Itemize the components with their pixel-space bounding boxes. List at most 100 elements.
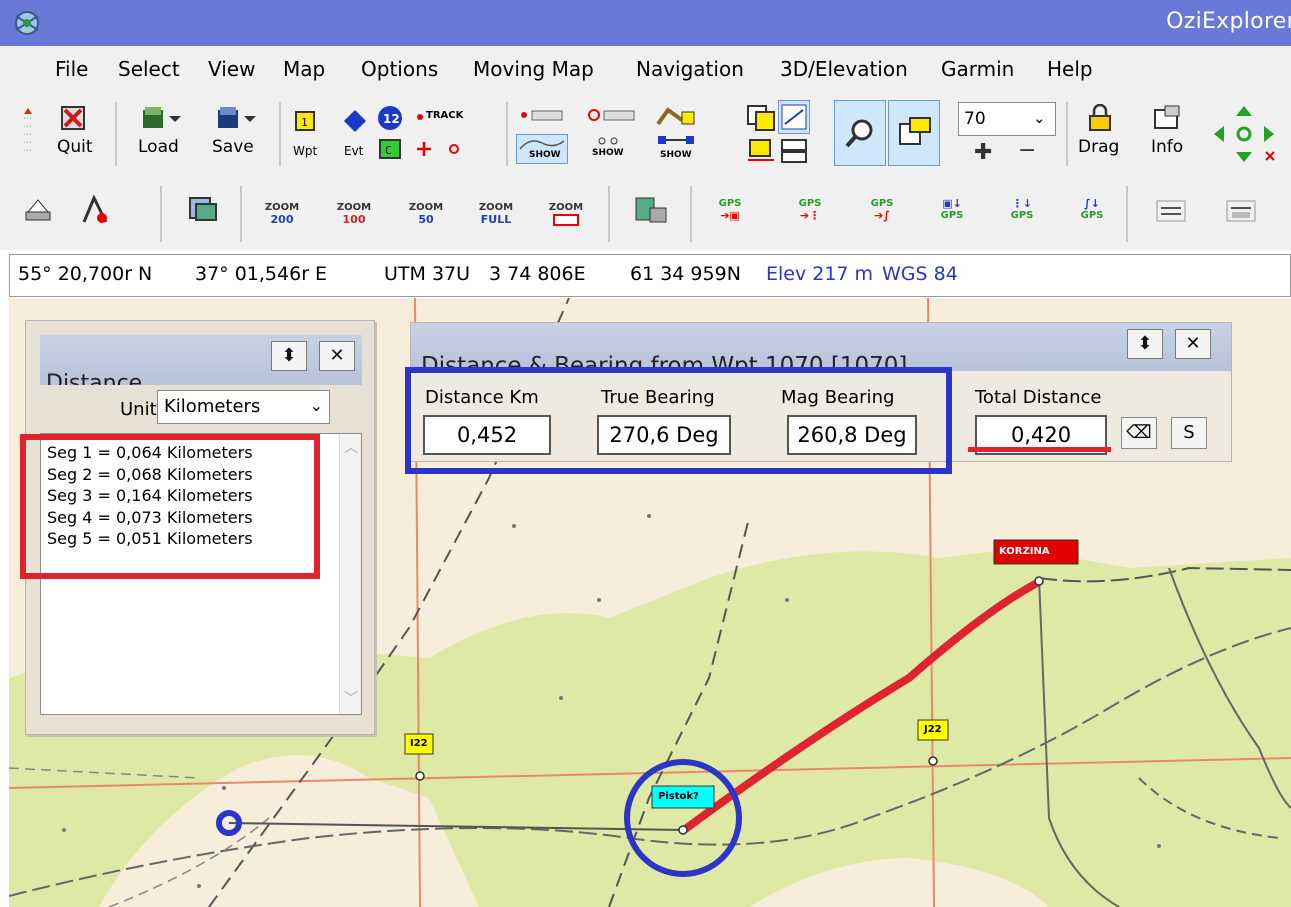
- quit-label: Quit: [57, 137, 93, 157]
- toolbar-separator: [690, 186, 692, 242]
- waypoint-button[interactable]: 1 Wpt: [290, 104, 320, 164]
- pan-arrows-icon[interactable]: [1212, 104, 1276, 164]
- zoom-100-button[interactable]: ZOOM 100: [336, 202, 372, 226]
- line-icon: [781, 104, 807, 130]
- menu-map[interactable]: Map: [283, 57, 325, 81]
- zoom-full-button[interactable]: ZOOM FULL: [476, 202, 516, 226]
- zoom-label: ZOOM: [264, 202, 300, 213]
- app-logo-icon: [15, 11, 39, 35]
- route-icon[interactable]: [654, 106, 696, 128]
- map-layers-icon[interactable]: [188, 194, 218, 224]
- zoom-box-icon: [553, 214, 579, 226]
- close-button[interactable]: ✕: [319, 341, 355, 371]
- zoom-50-button[interactable]: ZOOM 50: [408, 202, 444, 226]
- menu-garmin[interactable]: Garmin: [941, 57, 1014, 81]
- gps-download-waypoint-button[interactable]: ▣↓ GPS: [934, 198, 970, 222]
- scrollbar[interactable]: ︿ ﹀: [339, 434, 361, 714]
- menu-moving-map[interactable]: Moving Map: [473, 57, 594, 81]
- zoom-select[interactable]: 70 ⌄: [958, 102, 1056, 136]
- info-icon: [1154, 105, 1180, 129]
- line-mode-button[interactable]: [778, 100, 810, 134]
- close-icon: ✕: [1185, 333, 1201, 354]
- map-copy-icon[interactable]: [746, 104, 776, 132]
- utm-northing: 61 34 959N: [630, 263, 741, 285]
- gps-label: GPS: [870, 198, 894, 209]
- info-label: Info: [1151, 137, 1184, 157]
- show-waypoints-icon[interactable]: [586, 108, 636, 122]
- distance-tool-icon[interactable]: [746, 138, 776, 164]
- gps-label: GPS: [798, 198, 822, 209]
- gps-waypoint-button[interactable]: GPS ➔▣: [712, 198, 748, 222]
- units-value: Kilometers: [164, 396, 261, 417]
- zoom-label: ZOOM: [478, 202, 514, 213]
- gps-download-track-button[interactable]: ∫↓ GPS: [1074, 198, 1110, 222]
- waypoint-label-pistok[interactable]: Pistok?: [658, 791, 699, 802]
- map-overview-button[interactable]: [888, 100, 940, 166]
- restore-button[interactable]: ⬍: [1127, 329, 1163, 359]
- menu-bar: File Select View Map Options Moving Map …: [0, 46, 1291, 90]
- zoom-50-label: 50: [418, 213, 434, 226]
- total-distance-label: Total Distance: [975, 387, 1102, 408]
- utm-easting: 3 74 806E: [489, 263, 586, 285]
- track-label: TRACK: [426, 110, 464, 121]
- gps-route-button[interactable]: GPS ➔⋮: [792, 198, 828, 222]
- window-tile-icon[interactable]: [780, 138, 808, 164]
- show-points-icon[interactable]: [518, 108, 564, 122]
- clear-total-button[interactable]: ⌫: [1121, 417, 1157, 449]
- nmea-sim-icon[interactable]: [1156, 200, 1186, 222]
- track-control-icon[interactable]: [80, 194, 110, 226]
- waypoint-label-i22[interactable]: I22: [410, 738, 428, 749]
- menu-navigation[interactable]: Navigation: [636, 57, 744, 81]
- toolbar-separator: [1126, 186, 1128, 242]
- zoom-box-button[interactable]: ZOOM: [546, 202, 586, 230]
- gps-track-button[interactable]: GPS ➔∫: [864, 198, 900, 222]
- svg-text:C: C: [385, 144, 392, 157]
- show-route-button[interactable]: SHOW: [652, 134, 700, 164]
- units-select[interactable]: Kilometers ⌄: [157, 390, 330, 424]
- find-button[interactable]: [834, 100, 886, 166]
- print-map-icon[interactable]: [24, 196, 52, 224]
- quit-button[interactable]: Quit: [52, 100, 94, 166]
- waypoint-label-j22[interactable]: J22: [924, 724, 942, 735]
- status-bar: 55° 20,700r N 37° 01,546r E UTM 37U 3 74…: [9, 254, 1291, 297]
- info-button[interactable]: Info: [1143, 100, 1193, 166]
- elevation: Elev 217 m: [766, 263, 874, 285]
- svg-text:12: 12: [383, 112, 400, 126]
- add-point-icon[interactable]: [416, 140, 472, 158]
- menu-3d-elevation[interactable]: 3D/Elevation: [780, 57, 908, 81]
- utm-zone: UTM 37U: [384, 263, 471, 285]
- zoom-200-button[interactable]: ZOOM 200: [264, 202, 300, 226]
- menu-help[interactable]: Help: [1047, 57, 1093, 81]
- waypoint-label-korzina[interactable]: KORZINA: [999, 546, 1050, 557]
- zoom-out-icon[interactable]: −: [1018, 138, 1036, 163]
- route-number-icon[interactable]: 12: [376, 104, 404, 132]
- scroll-down-icon[interactable]: ﹀: [344, 689, 358, 711]
- show-track-button[interactable]: SHOW: [516, 134, 568, 164]
- restore-button[interactable]: ⬍: [271, 341, 307, 371]
- menu-options[interactable]: Options: [361, 57, 438, 81]
- save-icon: [218, 107, 256, 128]
- quit-icon: [61, 106, 85, 130]
- zoom-value: 70: [964, 109, 986, 129]
- menu-select[interactable]: Select: [118, 57, 180, 81]
- scroll-up-icon[interactable]: ︿: [344, 438, 358, 460]
- track-line-icon: [519, 140, 565, 150]
- event-button[interactable]: Evt: [340, 104, 370, 164]
- gps-device-icon[interactable]: [634, 196, 668, 226]
- s-button[interactable]: S: [1171, 417, 1207, 449]
- c-marker-icon[interactable]: C: [378, 138, 402, 160]
- load-button[interactable]: Load: [136, 100, 186, 166]
- track-button[interactable]: TRACK: [415, 110, 475, 124]
- save-button[interactable]: Save: [208, 100, 262, 166]
- drag-button[interactable]: Drag: [1076, 100, 1126, 166]
- menu-view[interactable]: View: [208, 57, 255, 81]
- map-window-icon: [899, 117, 931, 145]
- zoom-in-icon[interactable]: ✚: [974, 140, 992, 165]
- gps-download-route-button[interactable]: ⋮↓ GPS: [1004, 198, 1040, 222]
- show-waypoint-names-button[interactable]: SHOW: [586, 136, 636, 162]
- close-button[interactable]: ✕: [1175, 329, 1211, 359]
- moving-map-icon[interactable]: [1226, 200, 1256, 222]
- toolbar-grip-icon: [24, 108, 32, 151]
- load-icon: [143, 107, 181, 128]
- menu-file[interactable]: File: [55, 57, 88, 81]
